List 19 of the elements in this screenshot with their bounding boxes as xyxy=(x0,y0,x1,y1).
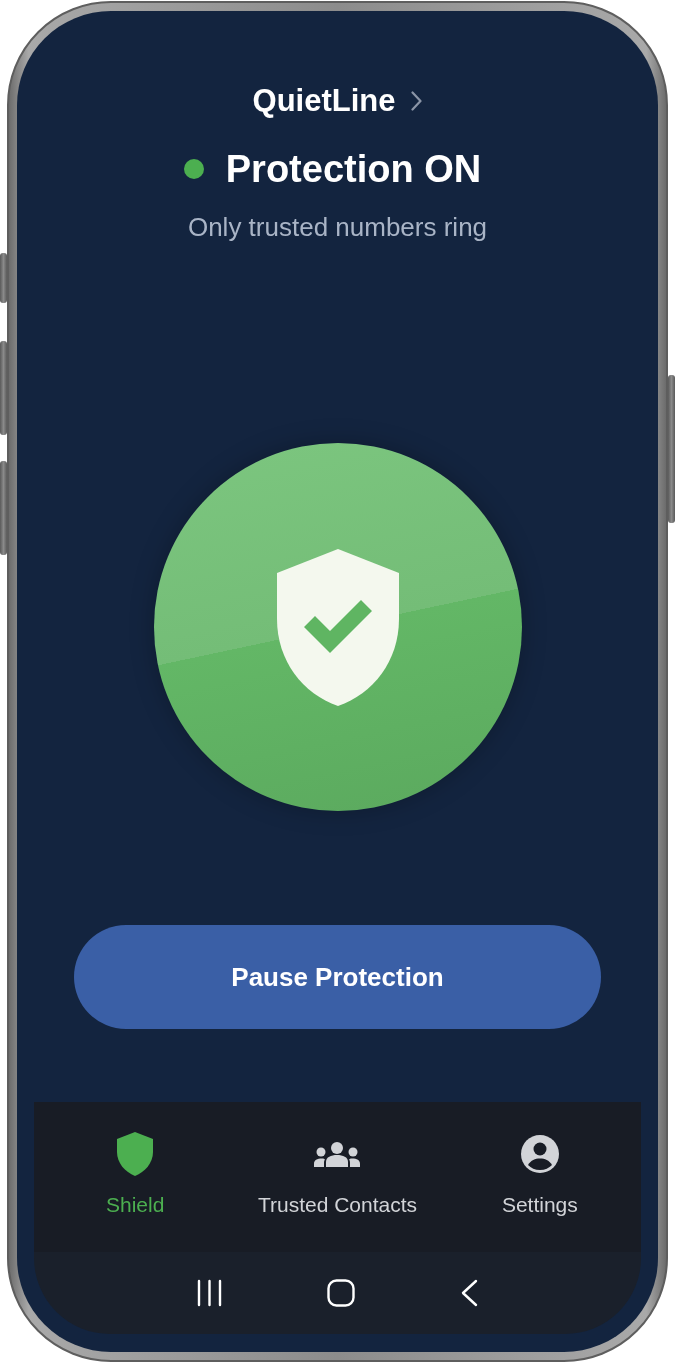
people-icon xyxy=(314,1141,361,1167)
nav-tab[interactable]: Trusted Contacts xyxy=(251,1102,424,1222)
account-circle-icon xyxy=(520,1135,559,1173)
home-icon[interactable] xyxy=(327,1279,355,1307)
chevron-right-icon xyxy=(411,91,423,111)
app-title-link[interactable]: QuietLine xyxy=(252,83,423,119)
back-icon[interactable] xyxy=(460,1279,479,1307)
side-button[interactable] xyxy=(668,375,675,523)
side-button[interactable] xyxy=(0,461,7,555)
side-button[interactable] xyxy=(0,253,7,303)
status-title: Protection ON xyxy=(225,147,482,191)
shield-icon xyxy=(117,1132,154,1176)
status-subtitle: Only trusted numbers ring xyxy=(187,211,488,243)
side-button[interactable] xyxy=(0,341,7,435)
nav-tab[interactable]: Shield xyxy=(99,1102,171,1222)
nav-tab[interactable]: Settings xyxy=(495,1102,584,1222)
pause-protection-button[interactable]: Pause Protection xyxy=(74,925,601,1029)
shield-check-icon xyxy=(276,548,399,706)
recents-icon[interactable] xyxy=(196,1279,222,1307)
